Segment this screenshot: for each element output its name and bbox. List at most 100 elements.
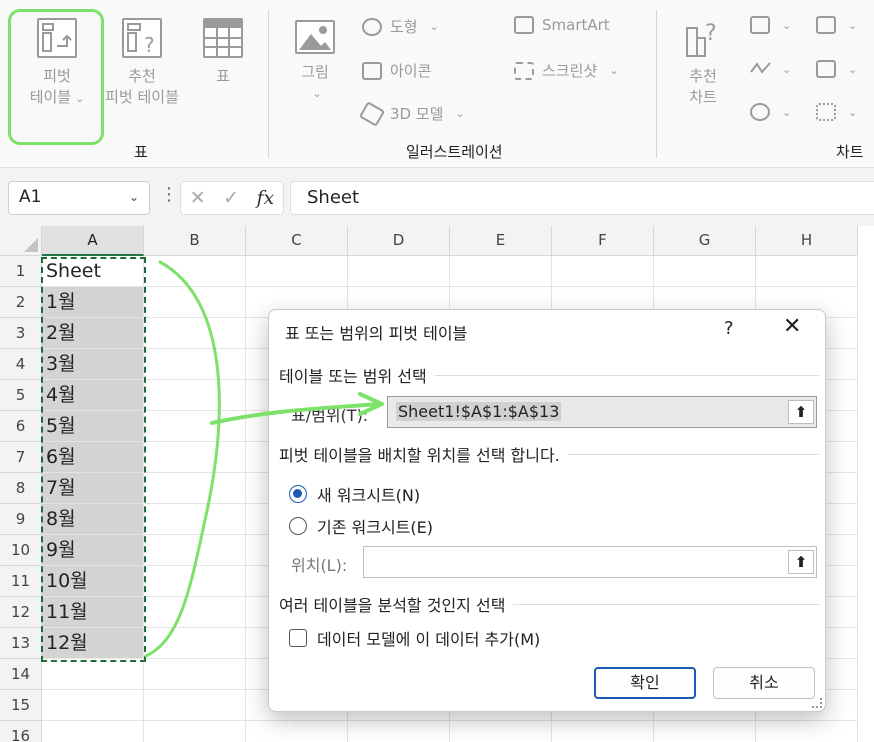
grid-cell[interactable] — [348, 256, 450, 287]
chevron-down-icon[interactable]: ⌄ — [129, 190, 139, 204]
column-header[interactable]: E — [450, 226, 552, 256]
bar-chart-button[interactable]: ⌄ — [750, 16, 791, 34]
row-header[interactable]: 10 — [0, 535, 42, 566]
grid-cell-a[interactable] — [42, 721, 144, 742]
grid-cell-a[interactable] — [42, 659, 144, 690]
line-chart-button[interactable]: ⌄ — [750, 60, 791, 78]
resize-grip-icon[interactable] — [812, 698, 822, 708]
scatter-chart-button[interactable]: ⌄ — [816, 103, 857, 121]
row-header[interactable]: 12 — [0, 597, 42, 628]
grid-cell[interactable] — [144, 411, 246, 442]
grid-cell[interactable] — [756, 721, 858, 742]
grid-cell[interactable] — [144, 287, 246, 318]
row-header[interactable]: 1 — [0, 256, 42, 287]
grid-cell[interactable] — [756, 256, 858, 287]
grid-cell[interactable] — [552, 721, 654, 742]
picture-button[interactable]: 그림 ⌄ — [290, 20, 340, 104]
recommended-label-2: 피벗 테이블 — [105, 88, 179, 106]
range-input[interactable]: Sheet1!$A$1:$A$13 ⬆ — [387, 396, 817, 428]
grid-cell[interactable] — [144, 659, 246, 690]
row-header[interactable]: 11 — [0, 566, 42, 597]
row-header[interactable]: 8 — [0, 473, 42, 504]
grid-cell[interactable] — [450, 721, 552, 742]
pie-chart-button[interactable]: ⌄ — [750, 103, 791, 121]
ribbon: 피벗 테이블 ⌄ ? 추천 피벗 테이블 표 표 그림 ⌄ 도형 ⌄ 아이콘 3D … — [0, 0, 874, 168]
range-collapse-icon[interactable]: ⬆ — [788, 400, 814, 424]
column-header[interactable]: F — [552, 226, 654, 256]
statistic-chart-button[interactable]: ⌄ — [816, 60, 857, 78]
location-input[interactable]: ⬆ — [363, 546, 817, 578]
row-header[interactable]: 6 — [0, 411, 42, 442]
cancel-button[interactable]: 취소 — [713, 667, 815, 699]
smartart-label: SmartArt — [542, 16, 610, 34]
cancel-icon[interactable]: ✕ — [190, 187, 206, 209]
grid-cell[interactable] — [348, 721, 450, 742]
row-header[interactable]: 16 — [0, 721, 42, 742]
grid-cell[interactable] — [144, 504, 246, 535]
radio-new-worksheet[interactable]: 새 워크시트(N) — [289, 482, 420, 506]
select-all-corner[interactable] — [0, 226, 42, 256]
row-header[interactable]: 3 — [0, 318, 42, 349]
grid-cell-a[interactable] — [42, 690, 144, 721]
data-model-checkbox[interactable]: 데이터 모델에 이 데이터 추가(M) — [289, 626, 540, 650]
grid-cell[interactable] — [144, 721, 246, 742]
recommended-charts-button[interactable]: ? 추천 차트 — [676, 18, 730, 108]
icons-button[interactable]: 아이콘 — [362, 60, 431, 81]
row-header[interactable]: 15 — [0, 690, 42, 721]
function-icon[interactable]: fx — [257, 187, 275, 209]
column-header[interactable]: G — [654, 226, 756, 256]
grid-cell[interactable] — [144, 380, 246, 411]
grid-cell[interactable] — [144, 349, 246, 380]
row-header[interactable]: 2 — [0, 287, 42, 318]
recommended-pivot-button[interactable]: ? 추천 피벗 테이블 — [96, 18, 188, 108]
confirm-icon[interactable]: ✓ — [223, 187, 239, 209]
grid-cell[interactable] — [144, 566, 246, 597]
screenshot-button[interactable]: 스크린샷 ⌄ — [514, 60, 618, 81]
grid-cell[interactable] — [654, 721, 756, 742]
grid-cell[interactable] — [144, 256, 246, 287]
dialog-title: 표 또는 범위의 피벗 테이블 — [285, 324, 468, 343]
more-options-icon[interactable]: ⋮ — [160, 184, 178, 205]
table-button[interactable]: 표 — [200, 18, 246, 87]
row-header[interactable]: 14 — [0, 659, 42, 690]
close-icon[interactable]: ✕ — [783, 314, 801, 339]
row-header[interactable]: 4 — [0, 349, 42, 380]
grid-cell[interactable] — [144, 597, 246, 628]
hierarchy-chart-button[interactable]: ⌄ — [816, 16, 857, 34]
column-header[interactable]: A — [42, 226, 144, 256]
shapes-button[interactable]: 도형 ⌄ — [362, 16, 439, 37]
ok-button[interactable]: 확인 — [594, 667, 696, 699]
grid-cell[interactable] — [552, 256, 654, 287]
column-header[interactable]: B — [144, 226, 246, 256]
formula-bar: A1 ⌄ ⋮ ✕ ✓ fx Sheet — [0, 168, 874, 226]
range-label: 표/범위(T): — [291, 406, 369, 425]
3d-models-button[interactable]: 3D 모델 ⌄ — [358, 100, 465, 127]
row-header[interactable]: 5 — [0, 380, 42, 411]
grid-cell[interactable] — [246, 721, 348, 742]
location-collapse-icon[interactable]: ⬆ — [788, 550, 814, 574]
grid-cell[interactable] — [654, 256, 756, 287]
column-header[interactable]: D — [348, 226, 450, 256]
row-header[interactable]: 9 — [0, 504, 42, 535]
range-value: Sheet1!$A$1:$A$13 — [396, 402, 562, 421]
cube-icon — [358, 100, 386, 127]
row-header[interactable]: 7 — [0, 442, 42, 473]
grid-cell[interactable] — [144, 442, 246, 473]
grid-cell[interactable] — [144, 473, 246, 504]
formula-input[interactable]: Sheet — [290, 181, 874, 215]
ribbon-separator — [656, 10, 657, 158]
column-header[interactable]: C — [246, 226, 348, 256]
grid-cell[interactable] — [450, 256, 552, 287]
row-header[interactable]: 13 — [0, 628, 42, 659]
grid-cell[interactable] — [144, 628, 246, 659]
help-icon[interactable]: ? — [724, 318, 734, 339]
grid-cell[interactable] — [144, 318, 246, 349]
grid-cell[interactable] — [144, 535, 246, 566]
name-box[interactable]: A1 ⌄ — [8, 181, 150, 215]
column-header[interactable]: H — [756, 226, 858, 256]
smartart-button[interactable]: SmartArt — [514, 16, 610, 34]
screenshot-label: 스크린샷 — [542, 62, 598, 80]
grid-cell[interactable] — [246, 256, 348, 287]
radio-existing-worksheet[interactable]: 기존 워크시트(E) — [289, 514, 433, 538]
grid-cell[interactable] — [144, 690, 246, 721]
